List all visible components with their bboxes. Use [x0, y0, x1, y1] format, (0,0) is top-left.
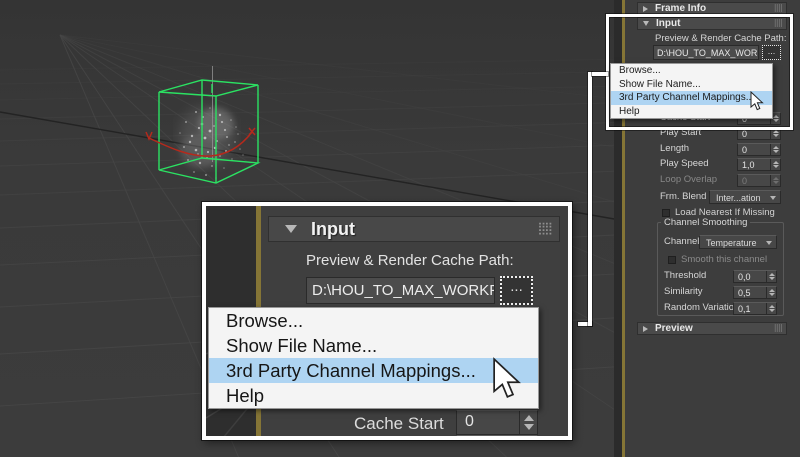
param-row-length: Length 0 — [614, 143, 800, 157]
dropdown-arrow-icon — [766, 241, 772, 245]
smooth-channel-checkbox-row: Smooth this channel — [668, 254, 767, 265]
param-field[interactable]: 0,5 — [733, 286, 777, 299]
param-field[interactable]: 1,0 — [737, 158, 781, 171]
collapsed-arrow-icon — [643, 5, 648, 12]
spinner-down-icon[interactable] — [772, 165, 779, 168]
spinner-down-icon[interactable] — [768, 309, 775, 312]
menu-item-help[interactable]: Help — [209, 383, 538, 408]
inset-cache-start-label: Cache Start — [354, 414, 444, 433]
inset-cache-path-field[interactable]: D:\HOU_TO_MAX_WORKF — [306, 277, 495, 304]
param-label: Loop Overlap — [660, 174, 718, 185]
spinner-up-icon[interactable] — [768, 289, 775, 292]
grip-icon[interactable]: ⣿⣿ — [537, 222, 553, 235]
param-row-random-variation: Random Variation 0,1 — [658, 302, 783, 316]
param-field[interactable]: 0 — [737, 143, 781, 156]
param-row-channel: Channel Temperature — [658, 235, 783, 250]
spinner-down-icon[interactable] — [768, 293, 775, 296]
inset-context-menu: Browse... Show File Name... 3rd Party Ch… — [208, 307, 539, 409]
inset-play-start-label: Play Start — [354, 438, 428, 440]
channel-dropdown[interactable]: Temperature — [699, 235, 777, 249]
rollout-title: Frame Info — [655, 3, 707, 14]
param-field[interactable]: 0,0 — [733, 270, 777, 283]
cursor-icon — [750, 91, 764, 111]
cursor-icon — [493, 357, 521, 398]
menu-item-3rd-party-channel-mappings[interactable]: 3rd Party Channel Mappings... — [611, 91, 772, 105]
spinner-up-icon[interactable] — [772, 161, 779, 164]
param-label: Frm. Blend — [660, 191, 707, 202]
param-row-similarity: Similarity 0,5 — [658, 286, 783, 300]
param-field[interactable]: 0,1 — [733, 302, 777, 315]
spinner[interactable] — [519, 411, 537, 434]
param-field: 0 — [737, 174, 781, 187]
menu-item-browse[interactable]: Browse... — [209, 308, 538, 333]
inset-cache-path-label: Preview & Render Cache Path: — [306, 252, 514, 269]
param-label: Play Speed — [660, 158, 709, 169]
checkbox-icon[interactable] — [662, 208, 670, 217]
rollout-preview[interactable]: Preview ⣿⣿ — [637, 322, 787, 335]
screenshot-root: Frame Info ⣿⣿ Input ⣿⣿ Preview & Render … — [0, 0, 800, 457]
param-row-loop-overlap: Loop Overlap 0 — [614, 174, 800, 188]
spinner-up-icon[interactable] — [523, 415, 534, 421]
inset-cache-start-field[interactable]: 0 — [456, 410, 538, 435]
spinner-up-icon — [772, 177, 779, 180]
spinner-down-icon[interactable] — [768, 277, 775, 280]
param-row-play-speed: Play Speed 1,0 — [614, 158, 800, 172]
frame-blend-dropdown[interactable]: Inter...ation — [709, 190, 781, 204]
checkbox-icon — [668, 255, 676, 264]
grip-icon[interactable]: ⣿⣿ — [774, 5, 783, 13]
rollout-title: Preview — [655, 323, 693, 334]
group-title: Channel Smoothing — [661, 217, 751, 228]
spinner[interactable] — [766, 303, 776, 314]
spinner — [770, 175, 780, 186]
spinner[interactable] — [766, 271, 776, 282]
param-label: Threshold — [664, 270, 707, 281]
collapsed-arrow-icon — [643, 325, 648, 332]
menu-item-show-file-name[interactable]: Show File Name... — [611, 78, 772, 92]
param-label: Channel — [664, 236, 700, 247]
param-row-frame-blend: Frm. Blend Inter...ation — [614, 190, 800, 205]
menu-item-3rd-party-channel-mappings[interactable]: 3rd Party Channel Mappings... — [209, 358, 538, 383]
spinner[interactable] — [766, 287, 776, 298]
spinner-down-icon[interactable] — [772, 150, 779, 153]
inset-browse-button[interactable]: ... — [500, 276, 533, 305]
spinner-up-icon[interactable] — [768, 273, 775, 276]
spinner-down-icon[interactable] — [772, 134, 779, 137]
grip-icon[interactable]: ⣿⣿ — [774, 325, 783, 333]
expanded-arrow-icon — [285, 225, 297, 233]
param-label: Length — [660, 143, 690, 154]
dropdown-arrow-icon — [770, 196, 776, 200]
param-label: Random Variation — [664, 302, 740, 313]
inset-rollout-input[interactable]: Input ⣿⣿ — [268, 216, 560, 242]
callout-connector-line — [592, 72, 608, 76]
spinner-down-icon[interactable] — [523, 424, 534, 430]
magnified-inset: Input ⣿⣿ Preview & Render Cache Path: D:… — [202, 202, 572, 440]
menu-item-show-file-name[interactable]: Show File Name... — [209, 333, 538, 358]
spinner-up-icon[interactable] — [768, 305, 775, 308]
channel-smoothing-group: Channel Smoothing Channel Temperature Sm… — [657, 217, 784, 316]
param-row-threshold: Threshold 0,0 — [658, 270, 783, 284]
spinner-up-icon[interactable] — [772, 130, 779, 133]
spinner-up-icon[interactable] — [772, 146, 779, 149]
spinner[interactable] — [519, 436, 537, 440]
context-menu: Browse... Show File Name... 3rd Party Ch… — [610, 63, 773, 119]
menu-item-help[interactable]: Help — [611, 105, 772, 119]
inset-cache-path-value: D:\HOU_TO_MAX_WORKF — [312, 282, 495, 299]
inset-play-start-field[interactable]: 0 — [456, 435, 538, 440]
spinner[interactable] — [770, 159, 780, 170]
spinner-down-icon — [772, 181, 779, 184]
callout-connector-line — [588, 72, 592, 326]
spinner[interactable] — [770, 144, 780, 155]
rollout-title: Input — [311, 218, 355, 239]
menu-item-browse[interactable]: Browse... — [611, 64, 772, 78]
param-label: Similarity — [664, 286, 703, 297]
